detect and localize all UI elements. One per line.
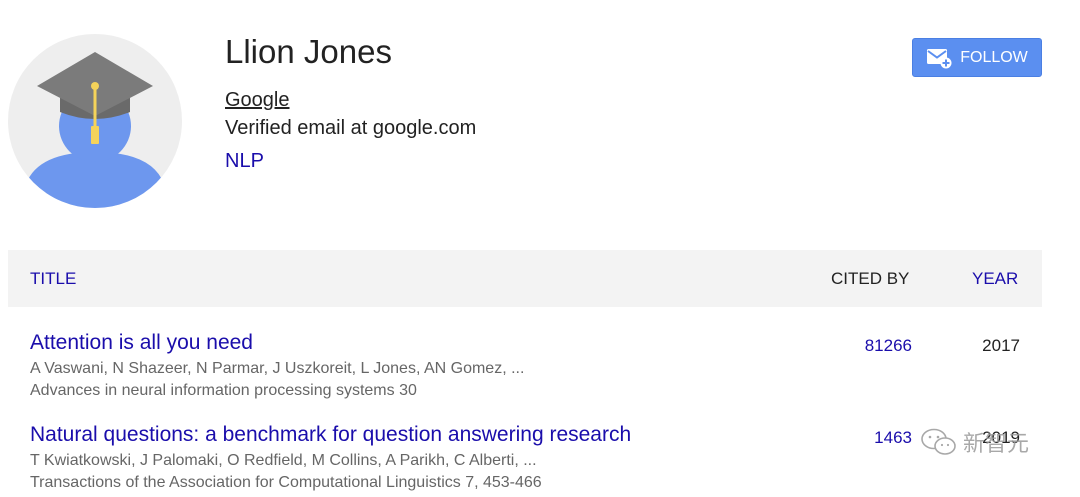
- tassel-end: [91, 126, 99, 144]
- paper-venue: Advances in neural information processin…: [30, 382, 417, 399]
- sort-by-year-header[interactable]: YEAR: [972, 269, 1018, 289]
- cited-by-count-link[interactable]: 1463: [874, 428, 912, 448]
- cited-by-header[interactable]: CITED BY: [831, 269, 909, 289]
- paper-title-link[interactable]: Attention is all you need: [30, 331, 253, 355]
- paper-title-link[interactable]: Natural questions: a benchmark for quest…: [30, 423, 631, 447]
- paper-authors: T Kwiatkowski, J Palomaki, O Redfield, M…: [30, 452, 537, 469]
- paper-venue: Transactions of the Association for Comp…: [30, 474, 542, 491]
- avatar: [8, 34, 182, 208]
- mail-plus-icon: [927, 48, 952, 68]
- watermark: 新智元: [920, 426, 1029, 458]
- wechat-icon: [921, 428, 956, 455]
- follow-label: FOLLOW: [960, 48, 1028, 66]
- interest-link-nlp[interactable]: NLP: [225, 150, 264, 173]
- follow-button[interactable]: FOLLOW: [912, 38, 1042, 77]
- affiliation-link[interactable]: Google: [225, 89, 290, 112]
- table-header: TITLE CITED BY YEAR: [8, 250, 1042, 307]
- cited-by-count-link[interactable]: 81266: [865, 336, 912, 356]
- paper-year: 2017: [982, 336, 1020, 355]
- sort-by-title-header[interactable]: TITLE: [30, 269, 76, 289]
- watermark-text: 新智元: [963, 431, 1030, 456]
- tassel-button: [91, 82, 99, 90]
- profile-name: Llion Jones: [225, 33, 392, 70]
- verified-email: Verified email at google.com: [225, 117, 477, 139]
- paper-authors: A Vaswani, N Shazeer, N Parmar, J Uszkor…: [30, 360, 525, 377]
